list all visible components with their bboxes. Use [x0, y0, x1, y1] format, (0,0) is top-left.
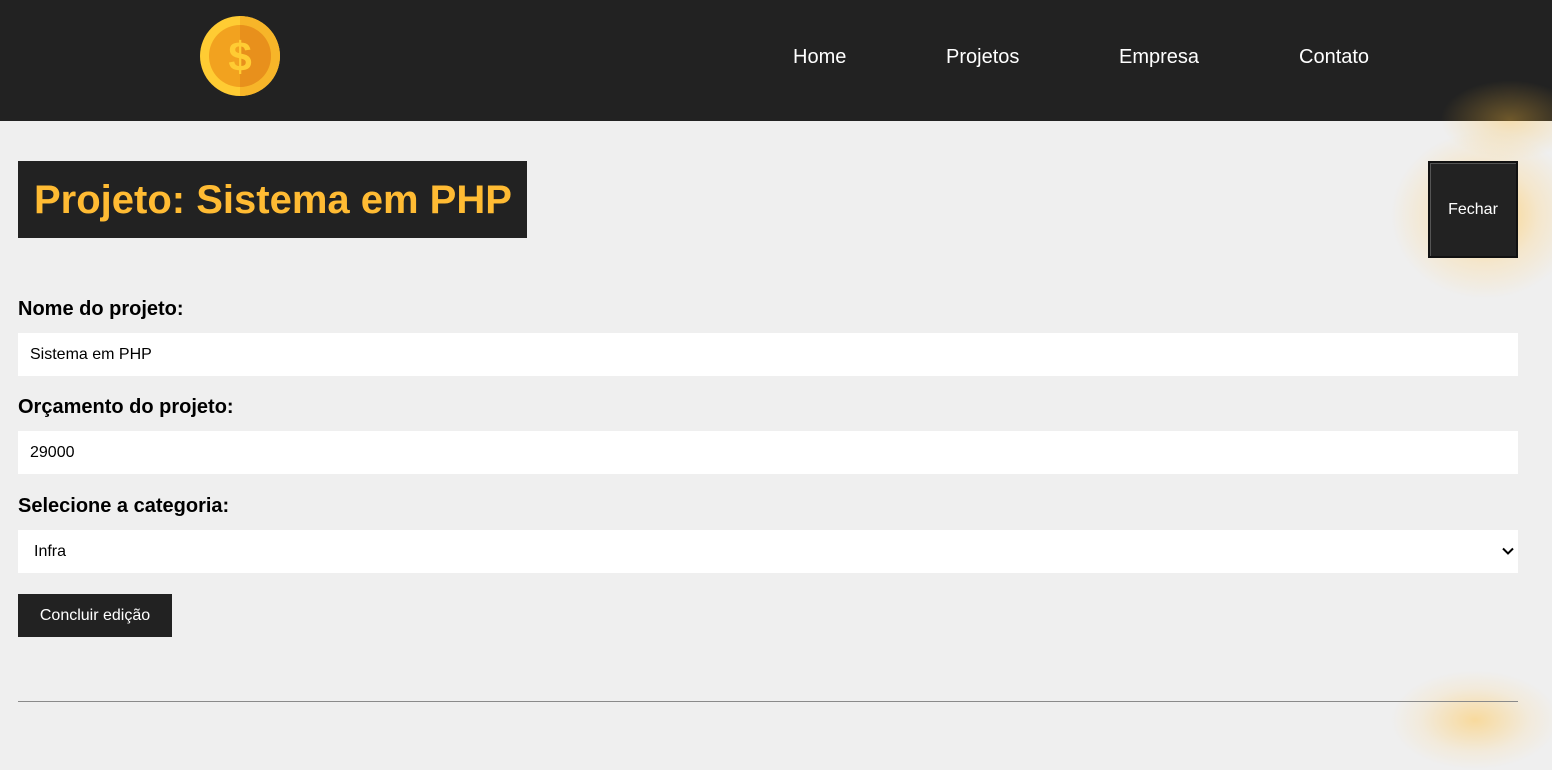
category-label: Selecione a categoria:	[18, 495, 230, 517]
project-title-box: Projeto: Sistema em PHP	[18, 161, 527, 238]
category-selected-value: Infra	[34, 542, 67, 560]
chevron-down-icon	[1501, 544, 1515, 558]
nav-item-contato[interactable]: Contato	[1299, 45, 1369, 69]
project-name-input[interactable]: Sistema em PHP	[18, 333, 1518, 376]
nav-item-empresa[interactable]: Empresa	[1119, 45, 1199, 69]
close-button[interactable]: Fechar	[1428, 161, 1518, 258]
decorative-glow	[1390, 670, 1552, 770]
project-budget-label: Orçamento do projeto:	[18, 396, 234, 418]
category-select[interactable]: Infra	[18, 530, 1518, 573]
nav-item-home[interactable]: Home	[793, 45, 846, 69]
navbar: $ Home Projetos Empresa Contato	[0, 0, 1552, 160]
nav-menu: Home Projetos Empresa Contato	[0, 0, 1552, 121]
submit-edit-button[interactable]: Concluir edição	[18, 594, 172, 637]
page-title: Projeto: Sistema em PHP	[34, 177, 512, 222]
divider	[18, 701, 1518, 702]
project-budget-input[interactable]: 29000	[18, 431, 1518, 474]
project-name-label: Nome do projeto:	[18, 298, 184, 320]
nav-item-projetos[interactable]: Projetos	[946, 45, 1019, 69]
